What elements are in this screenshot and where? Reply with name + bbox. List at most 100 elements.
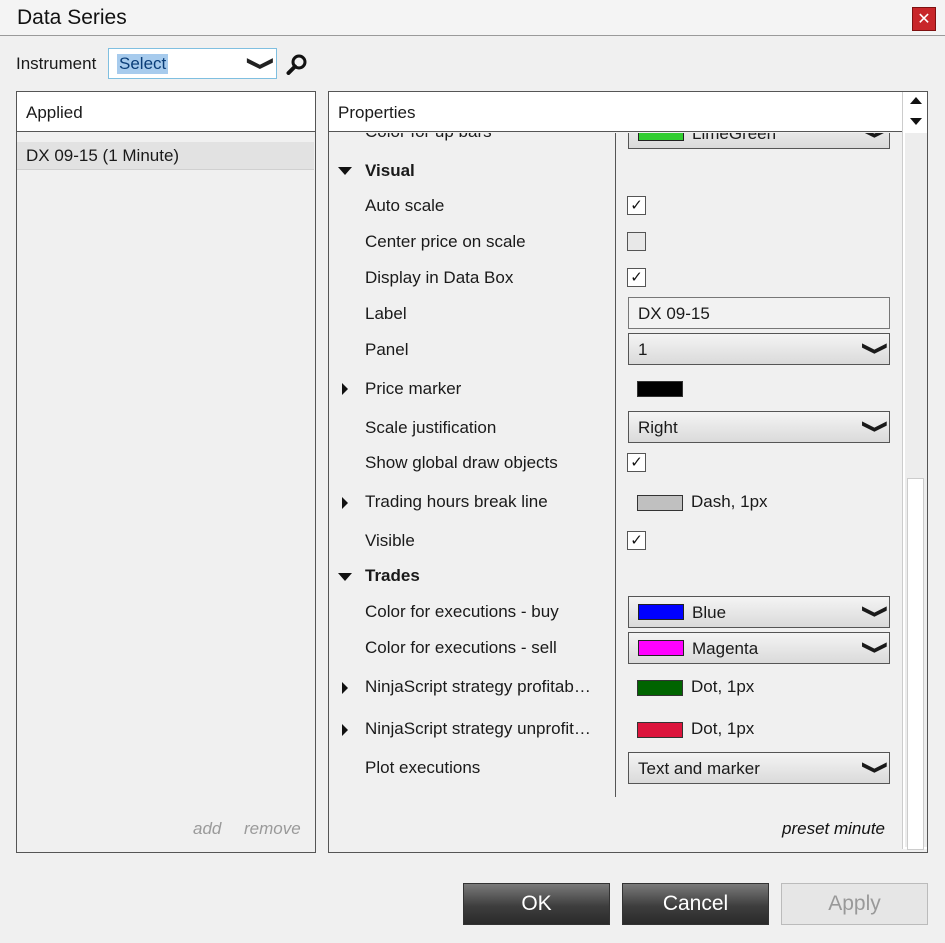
cancel-button[interactable]: Cancel [622, 883, 769, 925]
prop-row-plot-exec[interactable]: Plot executions Text and marker ❯ [329, 751, 901, 787]
exec-buy-dropdown[interactable]: Blue ❯ [628, 596, 890, 628]
prop-name: Price marker [365, 379, 462, 398]
applied-header: Applied [17, 92, 315, 132]
color-swatch [638, 640, 684, 656]
chevron-down-icon: ❯ [860, 133, 890, 140]
prop-name: Show global draw objects [365, 453, 558, 472]
properties-scrollbar[interactable] [902, 92, 927, 850]
scroll-down-icon[interactable] [910, 118, 922, 125]
prop-name: Auto scale [365, 196, 445, 215]
prop-name: Display in Data Box [365, 268, 514, 287]
prop-row-scale-justification[interactable]: Scale justification Right ❯ [329, 411, 901, 447]
collapse-icon[interactable] [338, 167, 352, 175]
instrument-value[interactable]: Select [117, 54, 169, 74]
profitable-swatch[interactable] [637, 680, 683, 696]
dropdown-value: Magenta [692, 639, 759, 658]
prop-name: Color for executions - buy [365, 602, 559, 621]
center-price-checkbox[interactable] [627, 232, 646, 251]
prop-row-unprofitable[interactable]: NinjaScript strategy unprofit… Dot, 1px [329, 717, 901, 747]
title-bar: Data Series ✕ [0, 0, 945, 36]
prop-row-exec-buy[interactable]: Color for executions - buy Blue ❯ [329, 595, 901, 631]
chevron-down-icon: ❯ [861, 639, 889, 656]
applied-panel: Applied DX 09-15 (1 Minute) add remove [16, 91, 316, 853]
plot-exec-dropdown[interactable]: Text and marker ❯ [628, 752, 890, 784]
trading-hours-swatch[interactable] [637, 495, 683, 511]
instrument-select[interactable]: Select ❯ [108, 48, 277, 79]
close-button[interactable]: ✕ [912, 7, 936, 31]
collapse-icon[interactable] [338, 573, 352, 581]
prop-name: Label [365, 304, 407, 323]
prop-row-display-data-box[interactable]: Display in Data Box ✓ [329, 265, 901, 295]
chevron-down-icon: ❯ [246, 55, 276, 72]
scroll-thumb[interactable] [907, 478, 924, 850]
dropdown-value: Text and marker [638, 759, 760, 778]
applied-series-label: DX 09-15 (1 Minute) [26, 146, 180, 165]
exec-sell-dropdown[interactable]: Magenta ❯ [628, 632, 890, 664]
prop-row-label[interactable]: Label DX 09-15 [329, 297, 901, 333]
ok-button[interactable]: OK [463, 883, 610, 925]
label-input-value: DX 09-15 [638, 304, 710, 323]
panel-dropdown[interactable]: 1 ❯ [628, 333, 890, 365]
expand-icon[interactable] [342, 383, 348, 395]
color-up-bars-dropdown[interactable]: LimeGreen ❯ [628, 133, 890, 149]
applied-header-label: Applied [26, 103, 83, 122]
expand-icon[interactable] [342, 497, 348, 509]
prop-name: Visible [365, 531, 415, 550]
dropdown-value: LimeGreen [692, 133, 777, 143]
prop-name: Panel [365, 340, 409, 359]
trading-hours-value: Dash, 1px [691, 492, 768, 511]
category-visual[interactable]: Visual [329, 157, 901, 187]
prop-name: Color for up bars [365, 133, 492, 142]
display-data-box-checkbox[interactable]: ✓ [627, 268, 646, 287]
add-link[interactable]: add [193, 819, 221, 839]
prop-row-auto-scale[interactable]: Auto scale ✓ [329, 193, 901, 223]
category-trades[interactable]: Trades [329, 565, 901, 595]
color-swatch [638, 604, 684, 620]
prop-row-panel[interactable]: Panel 1 ❯ [329, 333, 901, 369]
prop-name: Plot executions [365, 758, 481, 777]
category-label: Visual [365, 161, 415, 180]
prop-name: NinjaScript strategy unprofit… [365, 719, 591, 738]
visible-checkbox[interactable]: ✓ [627, 531, 646, 550]
expand-icon[interactable] [342, 724, 348, 736]
unprofitable-value: Dot, 1px [691, 719, 755, 738]
dropdown-value: Right [638, 418, 678, 437]
prop-row-visible[interactable]: Visible ✓ [329, 529, 901, 559]
prop-name: Color for executions - sell [365, 638, 557, 657]
show-global-checkbox[interactable]: ✓ [627, 453, 646, 472]
close-icon: ✕ [917, 11, 931, 28]
unprofitable-swatch[interactable] [637, 722, 683, 738]
prop-row-color-up-bars[interactable]: Color for up bars LimeGreen ❯ [329, 133, 901, 155]
properties-panel: Properties Color for up bars LimeGreen ❯… [328, 91, 928, 853]
expand-icon[interactable] [342, 682, 348, 694]
scroll-up-icon[interactable] [910, 97, 922, 104]
window-title: Data Series [17, 6, 127, 29]
dropdown-value: 1 [638, 340, 648, 359]
instrument-label: Instrument [16, 54, 97, 73]
prop-row-center-price[interactable]: Center price on scale [329, 229, 901, 259]
search-icon[interactable] [286, 53, 308, 75]
applied-series-item[interactable]: DX 09-15 (1 Minute) [17, 142, 314, 170]
prop-row-profitable[interactable]: NinjaScript strategy profitab… Dot, 1px [329, 675, 901, 705]
prop-name: Trading hours break line [365, 492, 548, 511]
properties-grid: Color for up bars LimeGreen ❯ Visual Aut… [329, 133, 901, 904]
remove-link[interactable]: remove [244, 819, 301, 839]
properties-header-label: Properties [338, 103, 416, 122]
chevron-down-icon: ❯ [861, 418, 889, 435]
properties-header: Properties [329, 92, 902, 132]
apply-button[interactable]: Apply [781, 883, 928, 925]
label-input[interactable]: DX 09-15 [628, 297, 890, 329]
prop-name: Scale justification [365, 418, 497, 437]
auto-scale-checkbox[interactable]: ✓ [627, 196, 646, 215]
price-marker-swatch[interactable] [637, 381, 683, 397]
profitable-value: Dot, 1px [691, 677, 755, 696]
chevron-down-icon: ❯ [861, 340, 889, 357]
color-swatch [638, 133, 684, 141]
prop-row-price-marker[interactable]: Price marker [329, 375, 901, 405]
dropdown-value: Blue [692, 603, 727, 622]
scale-justification-dropdown[interactable]: Right ❯ [628, 411, 890, 443]
prop-row-trading-hours[interactable]: Trading hours break line Dash, 1px [329, 489, 901, 519]
prop-row-exec-sell[interactable]: Color for executions - sell Magenta ❯ [329, 631, 901, 667]
prop-row-show-global[interactable]: Show global draw objects ✓ [329, 451, 901, 481]
preset-link[interactable]: preset minute [782, 819, 885, 839]
